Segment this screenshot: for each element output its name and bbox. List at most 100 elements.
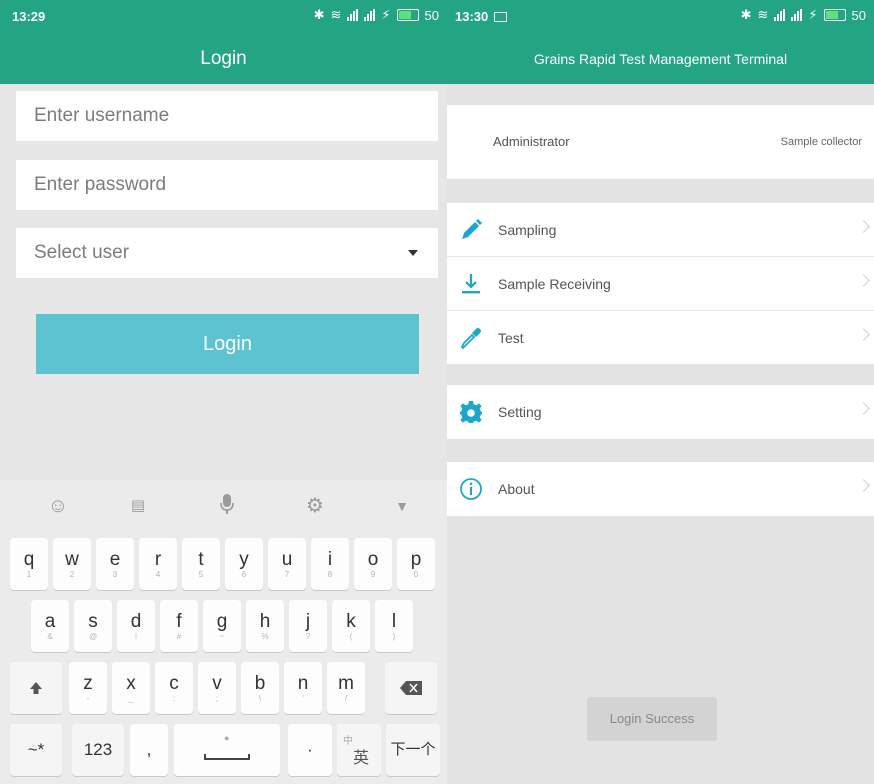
shift-key[interactable] [10, 662, 62, 714]
language-key-primary: 英 [353, 750, 370, 767]
wifi-icon: ≋ [757, 7, 769, 22]
settings-gear-icon[interactable]: ⚙ [303, 494, 327, 518]
key-secondary-char: 6 [241, 570, 247, 579]
keyboard-toolbar: ☺ ▤ ⚙ ▼ [0, 480, 447, 532]
key-char: z [83, 673, 93, 694]
menu-label-setting: Setting [498, 404, 542, 420]
key-secondary-char: 2 [69, 570, 75, 579]
user-select[interactable]: Select user [16, 228, 438, 278]
key-secondary-char: : [172, 694, 176, 703]
key-char: e [109, 549, 121, 570]
next-key[interactable]: 下一个 [386, 724, 440, 776]
language-key-secondary: 中 [343, 736, 353, 747]
key-o[interactable]: o9 [354, 538, 392, 590]
key-char: l [391, 611, 397, 632]
key-n[interactable]: n ' [284, 662, 322, 714]
key-secondary-char: ~ [219, 632, 225, 641]
emoji-icon[interactable]: ☺ [46, 494, 70, 518]
backspace-key[interactable] [385, 662, 437, 714]
chevron-right-icon [857, 328, 870, 341]
key-t[interactable]: t5 [182, 538, 220, 590]
key-v[interactable]: v; [198, 662, 236, 714]
charging-icon: ⚡ [381, 7, 391, 22]
key-secondary-char: @ [88, 632, 98, 641]
login-button[interactable]: Login [36, 314, 419, 374]
signal-icon-2 [364, 9, 376, 21]
username-field[interactable] [16, 91, 438, 141]
key-y[interactable]: y6 [225, 538, 263, 590]
key-char: q [23, 549, 35, 570]
page-title: Login [0, 34, 447, 84]
key-char: d [130, 611, 142, 632]
key-q[interactable]: q1 [10, 538, 48, 590]
key-k[interactable]: k( [332, 600, 370, 652]
signal-icon [774, 9, 786, 21]
menu-item-about[interactable]: About [447, 462, 874, 516]
key-p[interactable]: p0 [397, 538, 435, 590]
key-char: a [44, 611, 56, 632]
key-h[interactable]: h% [246, 600, 284, 652]
key-b[interactable]: b \ [241, 662, 279, 714]
space-key[interactable]: ● [174, 724, 280, 776]
key-char: c [169, 673, 179, 694]
key-e[interactable]: e3 [96, 538, 134, 590]
bluetooth-icon: ✱ [740, 7, 752, 22]
key-a[interactable]: a & [31, 600, 69, 652]
key-d[interactable]: d! [117, 600, 155, 652]
user-role: Sample collector [780, 136, 862, 148]
key-c[interactable]: c: [155, 662, 193, 714]
key-char: b [254, 673, 266, 694]
microphone-icon[interactable] [215, 494, 239, 518]
symbols-key[interactable]: ~* [10, 724, 62, 776]
key-char: j [305, 611, 311, 632]
period-key[interactable]: · [288, 724, 332, 776]
key-char: y [239, 549, 249, 570]
key-f[interactable]: f # [160, 600, 198, 652]
image-notification-icon [494, 12, 508, 22]
key-char: o [367, 549, 379, 570]
key-m[interactable]: m / [327, 662, 365, 714]
menu-item-setting[interactable]: Setting [447, 385, 874, 439]
key-secondary-char: ? [305, 632, 311, 641]
key-char: r [154, 549, 162, 570]
key-l[interactable]: l) [375, 600, 413, 652]
dropdown-caret-icon [408, 250, 418, 256]
key-secondary-char: ) [392, 632, 396, 641]
language-key[interactable]: 中 英 [337, 724, 381, 776]
key-i[interactable]: i8 [311, 538, 349, 590]
numbers-key[interactable]: 123 [72, 724, 124, 776]
battery-level: 50 [851, 7, 866, 23]
menu-item-test[interactable]: Test [447, 311, 874, 365]
key-u[interactable]: u7 [268, 538, 306, 590]
status-time: 13:30 [455, 9, 508, 24]
comma-key[interactable]: , [130, 724, 168, 776]
key-x[interactable]: x _ [112, 662, 150, 714]
menu-label-sampling: Sampling [498, 222, 557, 238]
signal-icon-2 [791, 9, 803, 21]
key-j[interactable]: j? [289, 600, 327, 652]
key-secondary-char: _ [128, 694, 134, 703]
task-menu-group: Sampling Sample Receiving Test [447, 203, 874, 364]
status-icons: ✱ ≋ ⚡ 50 [314, 7, 439, 23]
battery-level: 50 [424, 7, 439, 23]
key-secondary-char: ' [302, 694, 304, 703]
chevron-right-icon [857, 274, 870, 287]
password-field[interactable] [16, 160, 438, 210]
login-screen: 13:29 ✱ ≋ ⚡ 50 Login Select user Login ☺… [0, 0, 447, 784]
key-z[interactable]: z- [69, 662, 107, 714]
key-g[interactable]: g ~ [203, 600, 241, 652]
collapse-keyboard-icon[interactable]: ▼ [390, 494, 414, 518]
menu-item-sampling[interactable]: Sampling [447, 203, 874, 257]
signal-icon [347, 9, 359, 21]
key-s[interactable]: s @ [74, 600, 112, 652]
key-char: n [297, 673, 309, 694]
key-secondary-char: / [344, 694, 348, 703]
keyboard-layout-icon[interactable]: ▤ [126, 494, 150, 518]
username-input[interactable] [34, 91, 438, 141]
key-r[interactable]: r4 [139, 538, 177, 590]
menu-item-sample-receiving[interactable]: Sample Receiving [447, 257, 874, 311]
key-w[interactable]: w2 [53, 538, 91, 590]
password-input[interactable] [34, 160, 438, 210]
key-secondary-char: & [47, 632, 53, 641]
key-char: w [65, 549, 79, 570]
